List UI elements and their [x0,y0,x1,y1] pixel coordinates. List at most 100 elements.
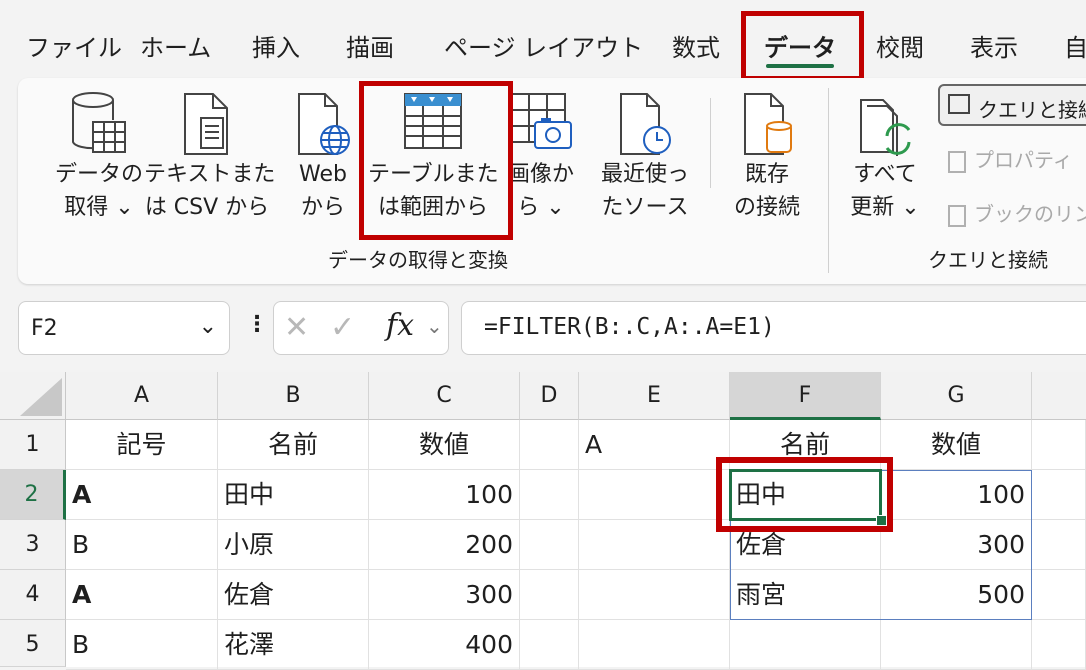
tab-file[interactable]: ファイル [26,28,122,63]
tab-home[interactable]: ホーム [140,28,211,63]
from-picture-button[interactable]: 画像から ⌄ [504,78,578,250]
column-header-b[interactable]: B [218,372,369,420]
select-all-corner[interactable] [0,372,66,420]
cell-d5[interactable] [520,620,579,670]
cell-c1[interactable]: 数値 [369,420,520,470]
cell-d1[interactable] [520,420,579,470]
cell-b2[interactable]: 田中 [218,470,369,520]
properties-icon [948,150,966,173]
column-header-g[interactable]: G [881,372,1032,420]
column-header-e[interactable]: E [579,372,730,420]
cell-c2[interactable]: 100 [369,470,520,520]
tab-draw[interactable]: 描画 [346,28,394,63]
worksheet-grid[interactable]: A B C D E F G 1 記号 名前 数値 A 名前 数値 2 A 田中 … [0,372,1086,670]
enter-icon[interactable]: ✓ [330,310,355,345]
from-web-button[interactable]: Web から [288,78,358,250]
more-options-icon[interactable]: ⋮ [246,312,268,337]
cell-h4[interactable] [1032,570,1086,620]
existing-label-2: の接続 [733,195,800,220]
cell-b5[interactable]: 花澤 [218,620,369,670]
cell-c5[interactable]: 400 [369,620,520,670]
cell-g5[interactable] [881,620,1032,670]
row-header-1[interactable]: 1 [0,420,66,470]
get-data-button[interactable]: データの 取得 ⌄ [40,78,158,250]
highlight-box-data-tab [741,11,864,81]
recent-clock-icon [620,93,671,155]
tab-review[interactable]: 校閲 [876,28,924,63]
recent-sources-button[interactable]: 最近使っ たソース [590,78,700,250]
cell-b3[interactable]: 小原 [218,520,369,570]
text-csv-label-2: は CSV から [144,195,270,220]
name-box[interactable]: F2 ⌄ [18,301,230,355]
cell-c4[interactable]: 300 [369,570,520,620]
group-label-queries: クエリと接続 [928,248,1048,272]
fx-chevron-down-icon[interactable]: ⌄ [426,314,443,338]
from-text-csv-button[interactable]: テキストまたは CSV から [144,78,275,250]
highlight-box-f2 [716,457,893,532]
insert-function-button[interactable]: fx [386,308,414,343]
cell-a3[interactable]: B [66,520,218,570]
tab-view[interactable]: 表示 [970,28,1018,63]
workbook-links-label: ブックのリン [974,202,1086,226]
cell-d3[interactable] [520,520,579,570]
web-label-2: から [300,195,345,220]
tab-automate[interactable]: 自 [1064,28,1086,63]
cell-d2[interactable] [520,470,579,520]
ribbon-panel: データの 取得 ⌄ テキストまたは CSV から Web から テーブルまた は範囲か [18,78,1086,284]
cell-e3[interactable] [579,520,730,570]
cell-g2[interactable]: 100 [881,470,1032,520]
tab-formulas[interactable]: 数式 [672,28,720,63]
row-header-5[interactable]: 5 [0,620,66,667]
workbook-links-button[interactable]: ブックのリン [948,198,1086,227]
select-all-triangle-icon [20,378,62,416]
image-label-2: ら ⌄ [517,195,565,220]
cell-a1[interactable]: 記号 [66,420,218,470]
get-data-label-2: 取得 ⌄ [64,195,134,220]
refresh-all-button[interactable]: すべて 更新 ⌄ [842,78,928,250]
cell-e5[interactable] [579,620,730,670]
tab-page-layout[interactable]: ページ レイアウト [444,28,643,63]
existing-connections-button[interactable]: 既存 の接続 [722,78,812,250]
chevron-down-icon[interactable]: ⌄ [199,314,217,339]
cell-h5[interactable] [1032,620,1086,670]
cell-h1[interactable] [1032,420,1086,470]
highlight-box-table-range [359,81,513,240]
column-header-h[interactable] [1032,372,1086,420]
column-header-d[interactable]: D [520,372,579,420]
column-header-c[interactable]: C [369,372,520,420]
column-header-a[interactable]: A [66,372,218,420]
cell-f4[interactable]: 雨宮 [730,570,881,620]
refresh-label-2: 更新 ⌄ [850,195,920,220]
cell-a2[interactable]: A [66,470,218,520]
ribbon-tabs: ファイル ホーム 挿入 描画 ページ レイアウト 数式 データ 校閲 表示 自 [0,0,1086,78]
queries-connections-button[interactable]: クエリと接続 [938,84,1086,126]
tab-insert[interactable]: 挿入 [252,28,300,63]
cell-h2[interactable] [1032,470,1086,520]
cell-h3[interactable] [1032,520,1086,570]
cell-f5[interactable] [730,620,881,670]
cell-d4[interactable] [520,570,579,620]
properties-button[interactable]: プロパティ [948,144,1073,173]
cell-g1[interactable]: 数値 [881,420,1032,470]
cell-e1[interactable]: A [579,420,730,470]
formula-input[interactable]: =FILTER(B:.C,A:.A=E1) [461,301,1086,355]
cell-a4[interactable]: A [66,570,218,620]
cell-g3[interactable]: 300 [881,520,1032,570]
cell-a5[interactable]: B [66,620,218,670]
row-header-4[interactable]: 4 [0,570,66,620]
cell-e4[interactable] [579,570,730,620]
cell-b4[interactable]: 佐倉 [218,570,369,620]
row-header-3[interactable]: 3 [0,520,66,570]
cell-c3[interactable]: 200 [369,520,520,570]
column-header-f[interactable]: F [730,372,881,420]
connection-cylinder-icon [744,93,792,155]
image-label-1: 画像か [507,162,574,187]
queries-label: クエリと接続 [978,98,1086,122]
cell-g4[interactable]: 500 [881,570,1032,620]
cell-b1[interactable]: 名前 [218,420,369,470]
recent-label-1: 最近使っ [600,162,689,187]
cell-e2[interactable] [579,470,730,520]
cancel-icon[interactable]: ✕ [284,310,309,345]
picture-camera-icon [510,93,572,149]
row-header-2[interactable]: 2 [0,470,66,520]
